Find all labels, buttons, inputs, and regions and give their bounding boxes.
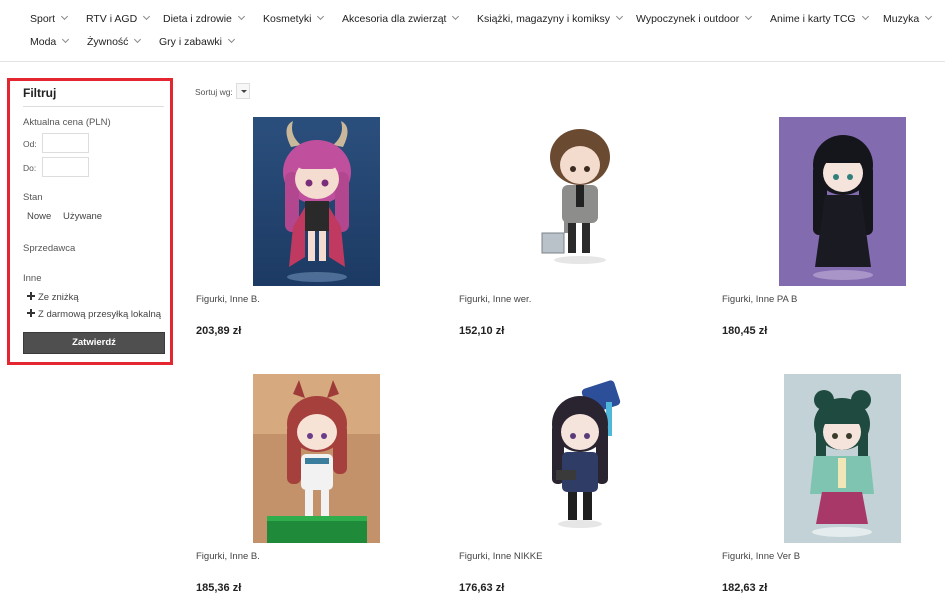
submit-filter-button[interactable]: Zatwierdź [23,332,165,354]
product-name[interactable]: Figurki, Inne Ver B [722,551,800,562]
seller-filter[interactable]: Sprzedawca [23,243,75,254]
nav-item-ksiazki[interactable]: Książki, magazyny i komiksy [477,12,624,25]
chevron-down-icon [745,12,753,21]
chevron-down-icon [61,12,69,21]
condition-label: Stan [23,192,43,203]
filter-title: Filtruj [23,86,57,100]
plus-icon [27,309,35,317]
product-name[interactable]: Figurki, Inne B. [196,551,260,562]
nav-item-sport[interactable]: Sport [30,12,69,25]
nav-item-dieta-zdrowie[interactable]: Dieta i zdrowie [163,12,245,25]
price-from-label: Od: [23,139,37,149]
price-to-label: Do: [23,163,37,173]
condition-used-option[interactable]: Używane [63,211,102,222]
product-price: 180,45 zł [722,325,768,337]
chevron-down-icon [227,35,236,44]
product-card[interactable]: Figurki, Inne B. 203,89 zł [196,117,436,357]
chevron-down-icon [62,35,70,44]
product-image[interactable] [784,374,901,543]
sort-label: Sortuj wg: [195,87,233,97]
other-label: Inne [23,273,42,284]
nav-item-kosmetyki[interactable]: Kosmetyki [263,12,325,25]
category-nav: Sport RTV i AGD Dieta i zdrowie Kosmetyk… [0,0,945,62]
nav-item-akcesoria-zwierzat[interactable]: Akcesoria dla zwierząt [342,12,460,25]
product-price: 182,63 zł [722,582,768,594]
product-card[interactable]: Figurki, Inne wer. 152,10 zł [459,117,699,357]
product-name[interactable]: Figurki, Inne NIKKE [459,551,542,562]
chevron-down-icon [143,12,151,21]
nav-item-muzyka[interactable]: Muzyka [883,12,933,25]
nav-item-gry-zabawki[interactable]: Gry i zabawki [159,35,236,48]
sort-dropdown[interactable] [236,83,250,99]
chevron-down-icon [134,35,142,44]
product-name[interactable]: Figurki, Inne PA B [722,294,797,305]
product-price: 152,10 zł [459,325,505,337]
product-image[interactable] [779,117,906,286]
product-card[interactable]: Figurki, Inne Ver B 182,63 zł [722,374,945,604]
nav-item-rtv-agd[interactable]: RTV i AGD [86,12,151,25]
nav-item-wypoczynek[interactable]: Wypoczynek i outdoor [636,12,753,25]
chevron-down-icon [237,12,245,21]
product-image[interactable] [516,117,643,286]
filter-panel: Filtruj Aktualna cena (PLN) Od: Do: Stan… [7,78,173,365]
product-card[interactable]: Figurki, Inne B. 185,36 zł [196,374,436,604]
price-from-input[interactable] [42,133,89,153]
plus-icon [27,292,35,300]
chevron-down-icon [861,12,869,21]
product-name[interactable]: Figurki, Inne wer. [459,294,531,305]
nav-item-moda[interactable]: Moda [30,35,70,48]
chevron-down-icon [452,12,460,21]
product-image[interactable] [253,374,380,543]
chevron-down-icon [616,12,624,21]
product-image[interactable] [516,374,643,543]
product-image[interactable] [253,117,380,286]
product-price: 176,63 zł [459,582,505,594]
divider [23,106,164,107]
discount-option[interactable]: Ze zniżką [27,292,79,303]
nav-item-anime-tcg[interactable]: Anime i karty TCG [770,12,869,25]
free-shipping-option[interactable]: Z darmową przesyłką lokalną [27,309,161,320]
chevron-down-icon [317,12,325,21]
price-label: Aktualna cena (PLN) [23,117,111,128]
nav-item-zywnosc[interactable]: Żywność [87,35,142,48]
product-card[interactable]: Figurki, Inne PA B 180,45 zł [722,117,945,357]
product-card[interactable]: Figurki, Inne NIKKE 176,63 zł [459,374,699,604]
condition-new-option[interactable]: Nowe [27,211,51,222]
product-price: 203,89 zł [196,325,242,337]
price-to-input[interactable] [42,157,89,177]
chevron-down-icon [925,12,933,21]
product-name[interactable]: Figurki, Inne B. [196,294,260,305]
product-price: 185,36 zł [196,582,242,594]
